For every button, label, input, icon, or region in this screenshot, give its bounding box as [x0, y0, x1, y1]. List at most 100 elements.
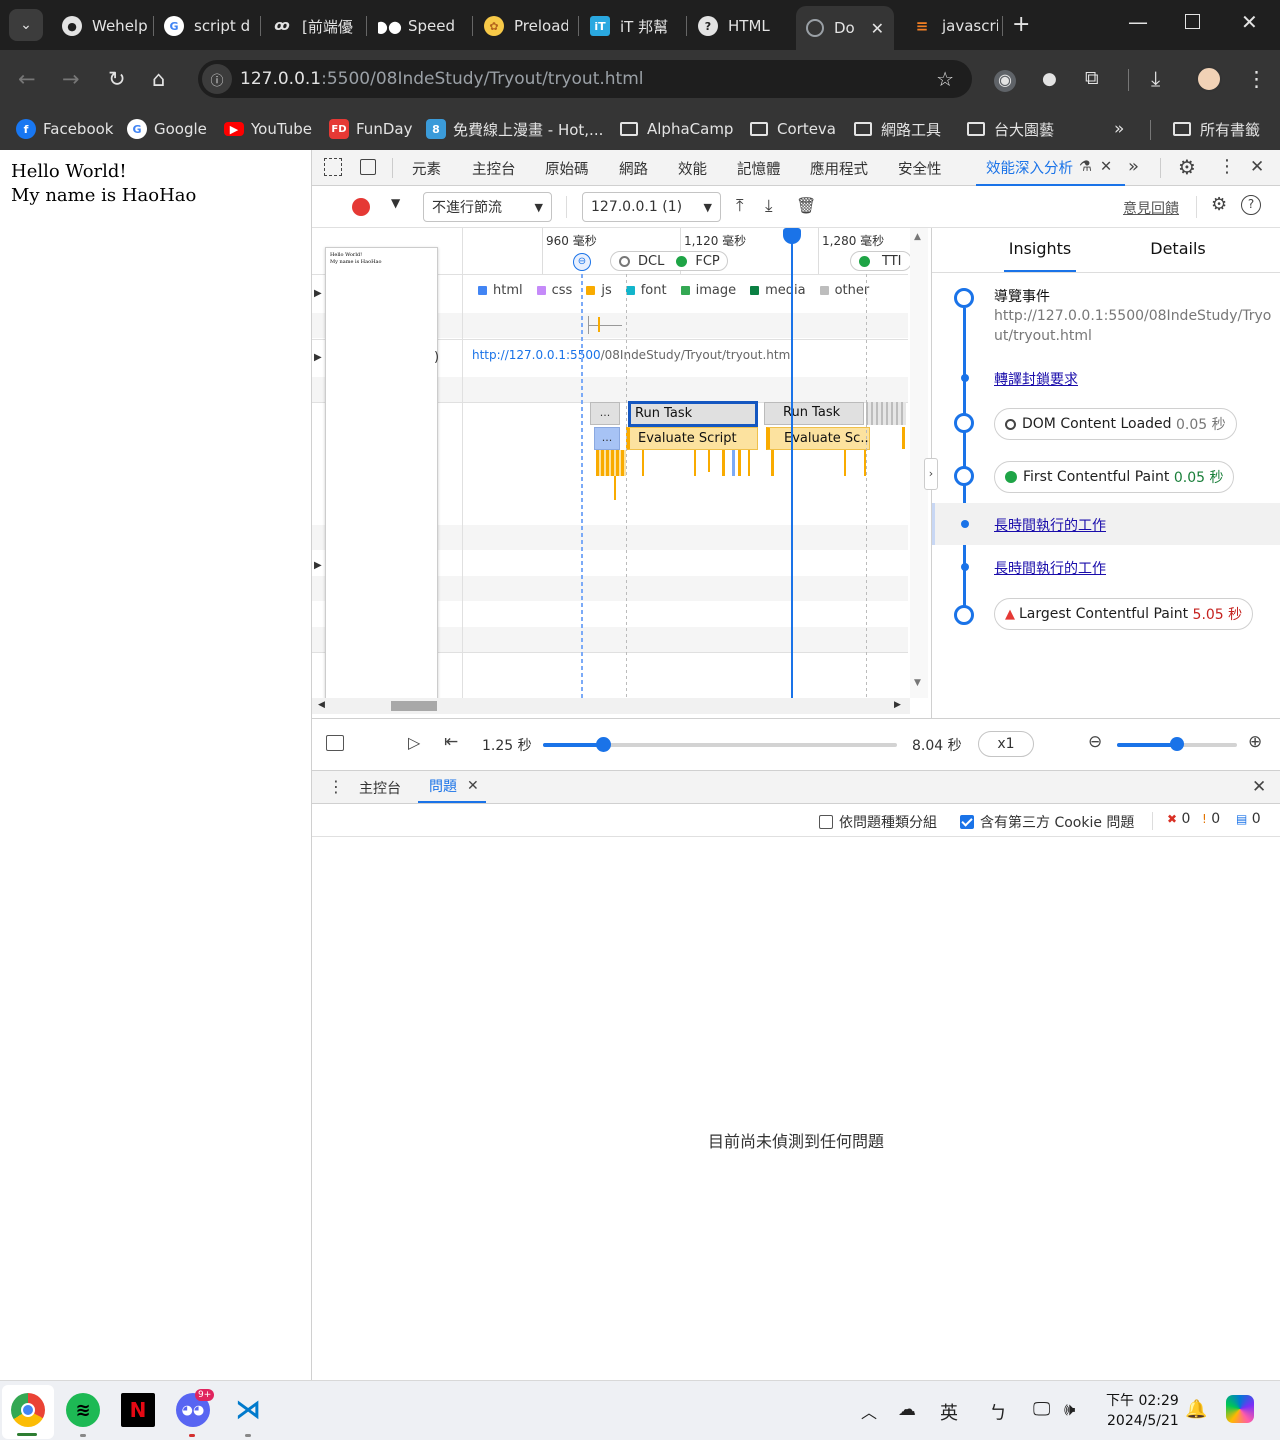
bookmark-google[interactable]: G Google — [127, 116, 207, 142]
close-tab-icon[interactable]: ✕ — [865, 19, 884, 38]
minimize-button[interactable]: — — [1128, 10, 1148, 34]
tab-search-button[interactable]: ⌄ — [9, 9, 43, 41]
tab-application[interactable]: 應用程式 — [810, 158, 868, 179]
copilot-icon[interactable] — [1226, 1395, 1254, 1423]
download-icon[interactable]: ⤓ — [765, 196, 773, 216]
lcp-pill[interactable]: ▲ Largest Contentful Paint 5.05 秒 — [994, 598, 1254, 630]
ime-bopomofo[interactable]: ㄅ — [989, 1399, 1007, 1425]
long-task-link[interactable]: 長時間執行的工作 — [994, 558, 1106, 578]
extension-web-icon[interactable]: ◉ — [994, 70, 1016, 92]
task-block[interactable]: ... — [590, 402, 620, 425]
expand-track-icon[interactable]: ▶ — [314, 560, 322, 571]
tab-security[interactable]: 安全性 — [898, 158, 942, 179]
third-party-cookie-checkbox[interactable]: 含有第三方 Cookie 問題 — [960, 812, 1134, 832]
collapse-sidebar-handle[interactable]: › — [924, 458, 938, 490]
browser-tab[interactable]: iT iT 邦幫 — [590, 8, 676, 44]
menu-kebab-icon[interactable]: ⋮ — [1246, 67, 1267, 91]
throttle-select[interactable]: 不進行節流 ▼ — [423, 192, 552, 222]
puzzle-icon[interactable]: ⧉ — [1085, 67, 1099, 89]
zoom-slider[interactable] — [1117, 737, 1237, 751]
speed-select[interactable]: x1 — [978, 731, 1034, 757]
scrollbar-thumb[interactable] — [391, 701, 437, 711]
dcl-pill[interactable]: DOM Content Loaded 0.05 秒 — [994, 408, 1237, 440]
jump-to-start-icon[interactable]: ⇤ — [444, 732, 458, 752]
scroll-left-icon[interactable]: ◀ — [318, 700, 325, 710]
tab-memory[interactable]: 記憶體 — [737, 158, 781, 179]
dcl-fcp-marker[interactable]: DCL FCP — [610, 251, 728, 271]
render-blocking-link[interactable]: 轉譯封鎖要求 — [994, 369, 1078, 389]
expand-track-icon[interactable]: ▶ — [314, 352, 322, 363]
scroll-up-icon[interactable]: ▲ — [914, 232, 921, 242]
show-hidden-icons-chevron-icon[interactable]: ︿ — [861, 1399, 877, 1423]
bookmark-funday[interactable]: FD FunDay — [329, 116, 412, 142]
recording-select[interactable]: 127.0.0.1 (1) ▼ — [582, 192, 721, 222]
tab-details[interactable]: Details — [1146, 228, 1210, 272]
browser-tab[interactable]: ✿ Preload — [484, 8, 568, 44]
vscode-icon[interactable]: ⋊ — [231, 1393, 265, 1427]
more-bookmarks-icon[interactable]: » — [1114, 116, 1124, 142]
checkbox-unchecked[interactable] — [819, 815, 833, 829]
screenshots-toggle-icon[interactable] — [326, 735, 344, 751]
zoom-out-icon[interactable]: ⊖ — [1088, 732, 1102, 752]
network-monitor-icon[interactable]: 🖵 — [1033, 1399, 1050, 1420]
upload-icon[interactable]: ⤒ — [736, 196, 744, 216]
tab-sources[interactable]: 原始碼 — [545, 158, 589, 179]
scroll-right-icon[interactable]: ▶ — [894, 700, 901, 710]
request-url[interactable]: http://127.0.0.1:5500/08IndeStudy/Tryout… — [472, 348, 794, 362]
bookmark-folder-tools[interactable]: 網路工具 — [854, 116, 941, 142]
new-tab-button[interactable]: + — [1012, 12, 1030, 37]
playback-slider[interactable] — [543, 737, 897, 752]
play-icon[interactable]: ▷ — [408, 733, 420, 752]
close-devtools-icon[interactable]: ✕ — [1250, 157, 1264, 177]
extension-icon[interactable]: ● — [1042, 69, 1057, 89]
ime-mode[interactable]: 英 — [940, 1399, 958, 1425]
fcp-pill[interactable]: First Contentful Paint 0.05 秒 — [994, 461, 1235, 493]
more-options-icon[interactable]: ⋮ — [1218, 156, 1236, 177]
bookmark-folder-ntu[interactable]: 台大園藝 — [967, 116, 1054, 142]
task-block[interactable]: ... — [594, 427, 620, 450]
record-options-caret-icon[interactable]: ▼ — [391, 196, 400, 210]
onedrive-cloud-icon[interactable]: ☁ — [898, 1399, 916, 1420]
screenshot-thumbnail[interactable]: Hello World! My name is HaoHao — [325, 247, 438, 705]
browser-tab-active[interactable]: Do ✕ — [796, 6, 894, 50]
browser-tab[interactable]: ? HTML — [698, 8, 784, 44]
inspect-element-icon[interactable] — [324, 158, 342, 176]
download-icon[interactable]: ⤓ — [1151, 67, 1160, 92]
maximize-button[interactable] — [1185, 14, 1200, 29]
help-icon[interactable]: ? — [1241, 195, 1261, 215]
bookmark-star-icon[interactable]: ☆ — [936, 67, 954, 91]
volume-icon[interactable]: 🕪 — [1064, 1399, 1075, 1420]
close-tab-icon[interactable]: ✕ — [1100, 159, 1112, 175]
chrome-icon[interactable] — [11, 1393, 45, 1427]
clock[interactable]: 下午 02:29 2024/5/21 — [1106, 1391, 1179, 1431]
browser-tab[interactable]: ꝏ [前端優 — [272, 8, 356, 44]
group-by-kind-checkbox[interactable]: 依問題種類分組 — [819, 812, 937, 832]
avatar[interactable] — [1196, 66, 1222, 92]
navigation-marker-icon[interactable]: ⊖ — [573, 253, 591, 271]
close-tab-icon[interactable]: ✕ — [467, 778, 479, 794]
drawer-tab-issues[interactable]: 問題 ✕ — [418, 771, 486, 803]
forward-arrow-icon[interactable]: → — [62, 67, 80, 91]
address-bar[interactable]: ⓘ 127.0.0.1:5500/08IndeStudy/Tryout/tryo… — [198, 60, 972, 98]
settings-gear-icon[interactable]: ⚙ — [1178, 155, 1196, 179]
more-tabs-icon[interactable]: » — [1128, 156, 1139, 177]
browser-tab[interactable]: Gscript d — [164, 8, 250, 44]
run-task[interactable]: Run Task — [764, 402, 864, 425]
tab-insights[interactable]: Insights — [1004, 228, 1076, 272]
device-toolbar-icon[interactable] — [360, 159, 376, 175]
slider-thumb[interactable] — [595, 737, 611, 752]
zoom-in-icon[interactable]: ⊕ — [1248, 732, 1262, 752]
expand-track-icon[interactable]: ▶ — [314, 288, 322, 299]
bookmark-facebook[interactable]: f Facebook — [16, 116, 113, 142]
delete-trash-icon[interactable]: 🗑 — [796, 196, 816, 215]
scroll-down-icon[interactable]: ▼ — [914, 678, 921, 688]
close-drawer-icon[interactable]: ✕ — [1252, 777, 1266, 797]
drawer-menu-icon[interactable]: ⋮ — [328, 777, 344, 796]
long-task-link[interactable]: 長時間執行的工作 — [994, 515, 1106, 535]
tab-performance[interactable]: 效能 — [678, 158, 707, 179]
tab-performance-insights[interactable]: 效能深入分析 ⚗ ✕ — [976, 150, 1125, 186]
horizontal-scrollbar[interactable]: ◀ ▶ — [312, 698, 910, 714]
home-icon[interactable]: ⌂ — [152, 67, 165, 91]
feedback-link[interactable]: 意見回饋 — [1123, 198, 1179, 218]
netflix-icon[interactable]: N — [121, 1393, 155, 1427]
